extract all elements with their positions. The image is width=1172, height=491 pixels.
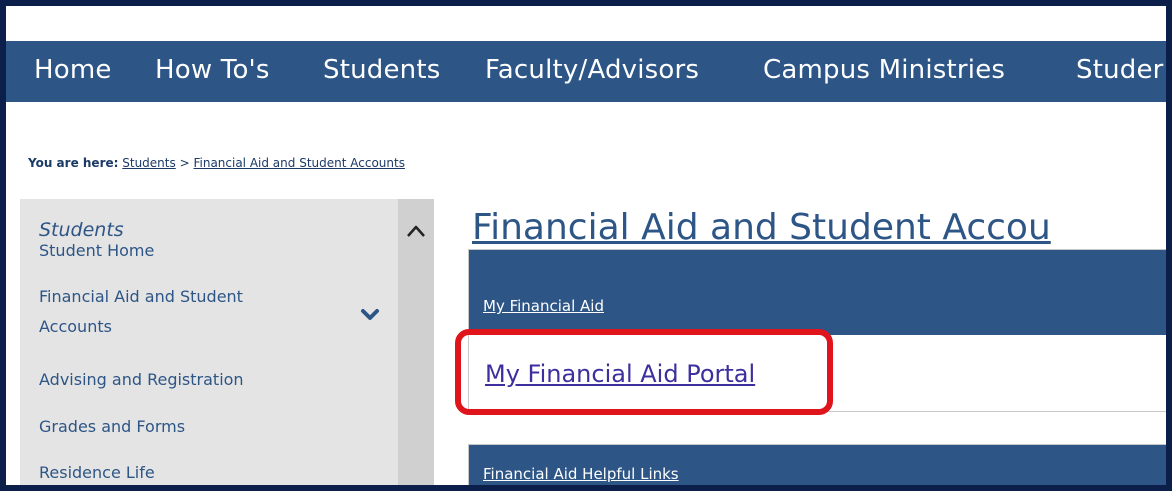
my-financial-aid-link[interactable]: My Financial Aid (483, 297, 604, 315)
my-financial-aid-portal-link[interactable]: My Financial Aid Portal (485, 360, 755, 388)
nav-students[interactable]: Students (323, 55, 441, 85)
panel-header: My Financial Aid (469, 250, 1166, 335)
nav-home[interactable]: Home (34, 55, 112, 85)
sidebar-item-advising-registration[interactable]: Advising and Registration (39, 368, 244, 392)
breadcrumb-separator: > (179, 156, 190, 170)
chevron-up-icon[interactable] (405, 223, 427, 239)
page-title[interactable]: Financial Aid and Student Accou (472, 207, 1051, 248)
sidebar: Students Student Home Financial Aid and … (20, 199, 434, 485)
nav-how-tos[interactable]: How To's (155, 55, 270, 85)
nav-student-partial[interactable]: Studer (1076, 55, 1164, 85)
sidebar-item-student-home[interactable]: Student Home (39, 239, 154, 263)
chevron-down-icon[interactable] (360, 308, 380, 322)
sidebar-title: Students (39, 219, 124, 241)
breadcrumb: You are here: Students > Financial Aid a… (28, 156, 405, 170)
sidebar-item-residence-life[interactable]: Residence Life (39, 461, 155, 485)
sidebar-item-grades-forms[interactable]: Grades and Forms (39, 415, 185, 439)
breadcrumb-prefix: You are here: (28, 156, 119, 170)
nav-campus-ministries[interactable]: Campus Ministries (763, 55, 1005, 85)
panel-header: Financial Aid Helpful Links (469, 445, 1166, 485)
nav-faculty-advisors[interactable]: Faculty/Advisors (485, 55, 699, 85)
breadcrumb-students-link[interactable]: Students (122, 156, 176, 170)
sidebar-item-financial-aid[interactable]: Financial Aid and Student (39, 285, 243, 309)
financial-aid-helpful-links-panel: Financial Aid Helpful Links (468, 444, 1166, 485)
sidebar-scrollbar[interactable] (398, 199, 434, 485)
top-navigation: Home How To's Students Faculty/Advisors … (6, 41, 1166, 102)
browser-frame: Home How To's Students Faculty/Advisors … (0, 0, 1172, 491)
financial-aid-helpful-links-link[interactable]: Financial Aid Helpful Links (483, 465, 679, 483)
breadcrumb-financial-aid-link[interactable]: Financial Aid and Student Accounts (193, 156, 404, 170)
sidebar-item-financial-aid-line2[interactable]: Accounts (39, 315, 112, 339)
